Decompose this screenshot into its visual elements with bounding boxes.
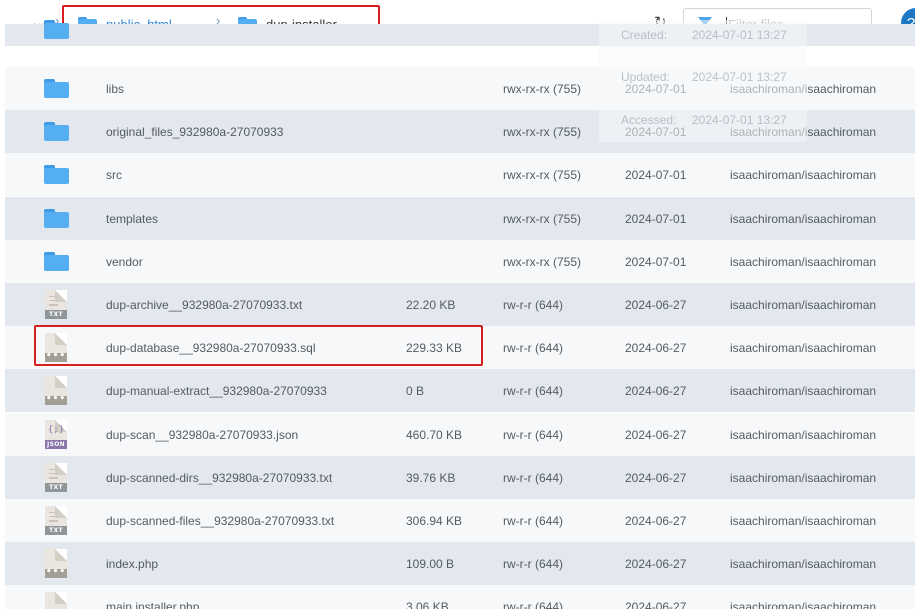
file-owner: isaachiroman/isaachiroman [730, 340, 877, 355]
file-row[interactable]: TXT dup-scanned-dirs__932980a-27070933.tx… [5, 456, 915, 499]
file-date: 2024-06-27 [625, 427, 687, 442]
file-date: 2024-06-27 [625, 513, 687, 528]
info-accessed: Accessed: 2024-07-01 13:27 [621, 113, 787, 127]
file-permissions: rw-r-r (644) [503, 383, 563, 398]
file-permissions: rw-r-r (644) [503, 340, 563, 355]
folder-row[interactable]: src rwx-rx-rx (755) 2024-07-01 isaachiroman… [5, 153, 915, 196]
file-icon: ••• [43, 585, 69, 609]
file-date: 2024-06-27 [625, 556, 687, 571]
file-row[interactable]: TXT dup-archive__932980a-27070933.txt 22.2… [5, 283, 915, 326]
file-owner: isaachiroman/isaachiroman [730, 383, 877, 398]
file-name[interactable]: main.installer.php [106, 585, 199, 609]
file-info-tooltip: Created: 2024-07-01 13:27 Updated: 2024-07… [599, 20, 807, 142]
txt-file-icon: TXT [43, 283, 69, 326]
file-name[interactable]: dup-archive__932980a-27070933.txt [106, 283, 302, 326]
info-created: Created: 2024-07-01 13:27 [621, 28, 787, 42]
file-date: 2024-07-01 [625, 167, 687, 182]
file-permissions: rwx-rx-rx (755) [503, 254, 581, 269]
info-updated: Updated: 2024-07-01 13:27 [621, 70, 787, 84]
file-permissions: rw-r-r (644) [503, 513, 563, 528]
file-name[interactable]: dup-scan__932980a-27070933.json [106, 413, 298, 456]
file-row[interactable]: ••• dup-database__932980a-27070933.sql 229… [5, 326, 915, 369]
file-row[interactable]: {;} JSON dup-scan__932980a-27070933.json 46… [5, 413, 915, 456]
file-date: 2024-06-27 [625, 297, 687, 312]
file-owner: isaachiroman/isaachiroman [730, 470, 877, 485]
file-row[interactable]: ••• dup-manual-extract__932980a-27070933 0… [5, 369, 915, 412]
file-row[interactable]: ••• index.php 109.00 B rw-r-r (644) 2024-06-… [5, 542, 915, 585]
json-file-icon: {;} JSON [43, 413, 69, 456]
file-row[interactable]: TXT dup-scanned-files__932980a-27070933.t… [5, 499, 915, 542]
file-permissions: rw-r-r (644) [503, 556, 563, 571]
txt-file-icon: TXT [43, 456, 69, 499]
file-date: 2024-07-01 [625, 254, 687, 269]
file-size: 0 B [406, 383, 425, 398]
file-owner: isaachiroman/isaachiroman [730, 297, 877, 312]
file-name[interactable]: dup-scanned-dirs__932980a-27070933.txt [106, 456, 332, 499]
file-owner: isaachiroman/isaachiroman [730, 556, 877, 571]
file-owner: isaachiroman/isaachiroman [730, 427, 877, 442]
folder-row[interactable]: templates rwx-rx-rx (755) 2024-07-01 isaach… [5, 197, 915, 240]
file-row[interactable]: ••• main.installer.php 3.06 KB rw-r-r (644)… [5, 585, 915, 609]
file-size: 460.70 KB [406, 427, 463, 442]
folder-icon [43, 67, 69, 110]
file-size: 3.06 KB [406, 599, 449, 609]
file-owner: isaachiroman/isaachiroman [730, 513, 877, 528]
file-date: 2024-06-27 [625, 340, 687, 355]
file-size: 109.00 B [406, 556, 455, 571]
file-permissions: rwx-rx-rx (755) [503, 211, 581, 226]
file-icon: ••• [43, 326, 69, 369]
folder-row[interactable]: vendor rwx-rx-rx (755) 2024-07-01 isaachiro… [5, 240, 915, 283]
file-name[interactable]: src [106, 153, 122, 196]
file-name[interactable]: libs [106, 67, 124, 110]
file-owner: isaachiroman/isaachiroman [730, 254, 877, 269]
file-permissions: rwx-rx-rx (755) [503, 124, 581, 139]
file-date: 2024-06-27 [625, 470, 687, 485]
file-name[interactable]: dup-database__932980a-27070933.sql [106, 326, 316, 369]
folder-icon [43, 20, 69, 46]
file-permissions: rw-r-r (644) [503, 297, 563, 312]
file-owner: isaachiroman/isaachiroman [730, 599, 877, 609]
folder-icon [43, 110, 69, 153]
txt-file-icon: TXT [43, 499, 69, 542]
file-date: 2024-06-27 [625, 383, 687, 398]
file-permissions: rw-r-r (644) [503, 599, 563, 609]
folder-icon [43, 197, 69, 240]
folder-icon [43, 240, 69, 283]
file-name[interactable]: index.php [106, 542, 158, 585]
file-name[interactable]: vendor [106, 240, 143, 283]
file-size: 39.76 KB [406, 470, 456, 485]
file-date: 2024-06-27 [625, 599, 687, 609]
file-permissions: rwx-rx-rx (755) [503, 81, 581, 96]
file-name[interactable]: dup-scanned-files__932980a-27070933.txt [106, 499, 334, 542]
folder-icon [43, 153, 69, 196]
file-name[interactable]: dup-manual-extract__932980a-27070933 [106, 369, 327, 412]
file-permissions: rw-r-r (644) [503, 427, 563, 442]
file-size: 229.33 KB [406, 340, 463, 355]
file-size: 306.94 KB [406, 513, 463, 528]
file-owner: isaachiroman/isaachiroman [730, 167, 877, 182]
file-date: 2024-07-01 [625, 211, 687, 226]
file-icon: ••• [43, 369, 69, 412]
file-owner: isaachiroman/isaachiroman [730, 211, 877, 226]
file-icon: ••• [43, 542, 69, 585]
file-name[interactable]: templates [106, 197, 158, 240]
file-permissions: rw-r-r (644) [503, 470, 563, 485]
file-name[interactable]: original_files_932980a-27070933 [106, 110, 283, 153]
file-permissions: rwx-rx-rx (755) [503, 167, 581, 182]
file-size: 22.20 KB [406, 297, 456, 312]
